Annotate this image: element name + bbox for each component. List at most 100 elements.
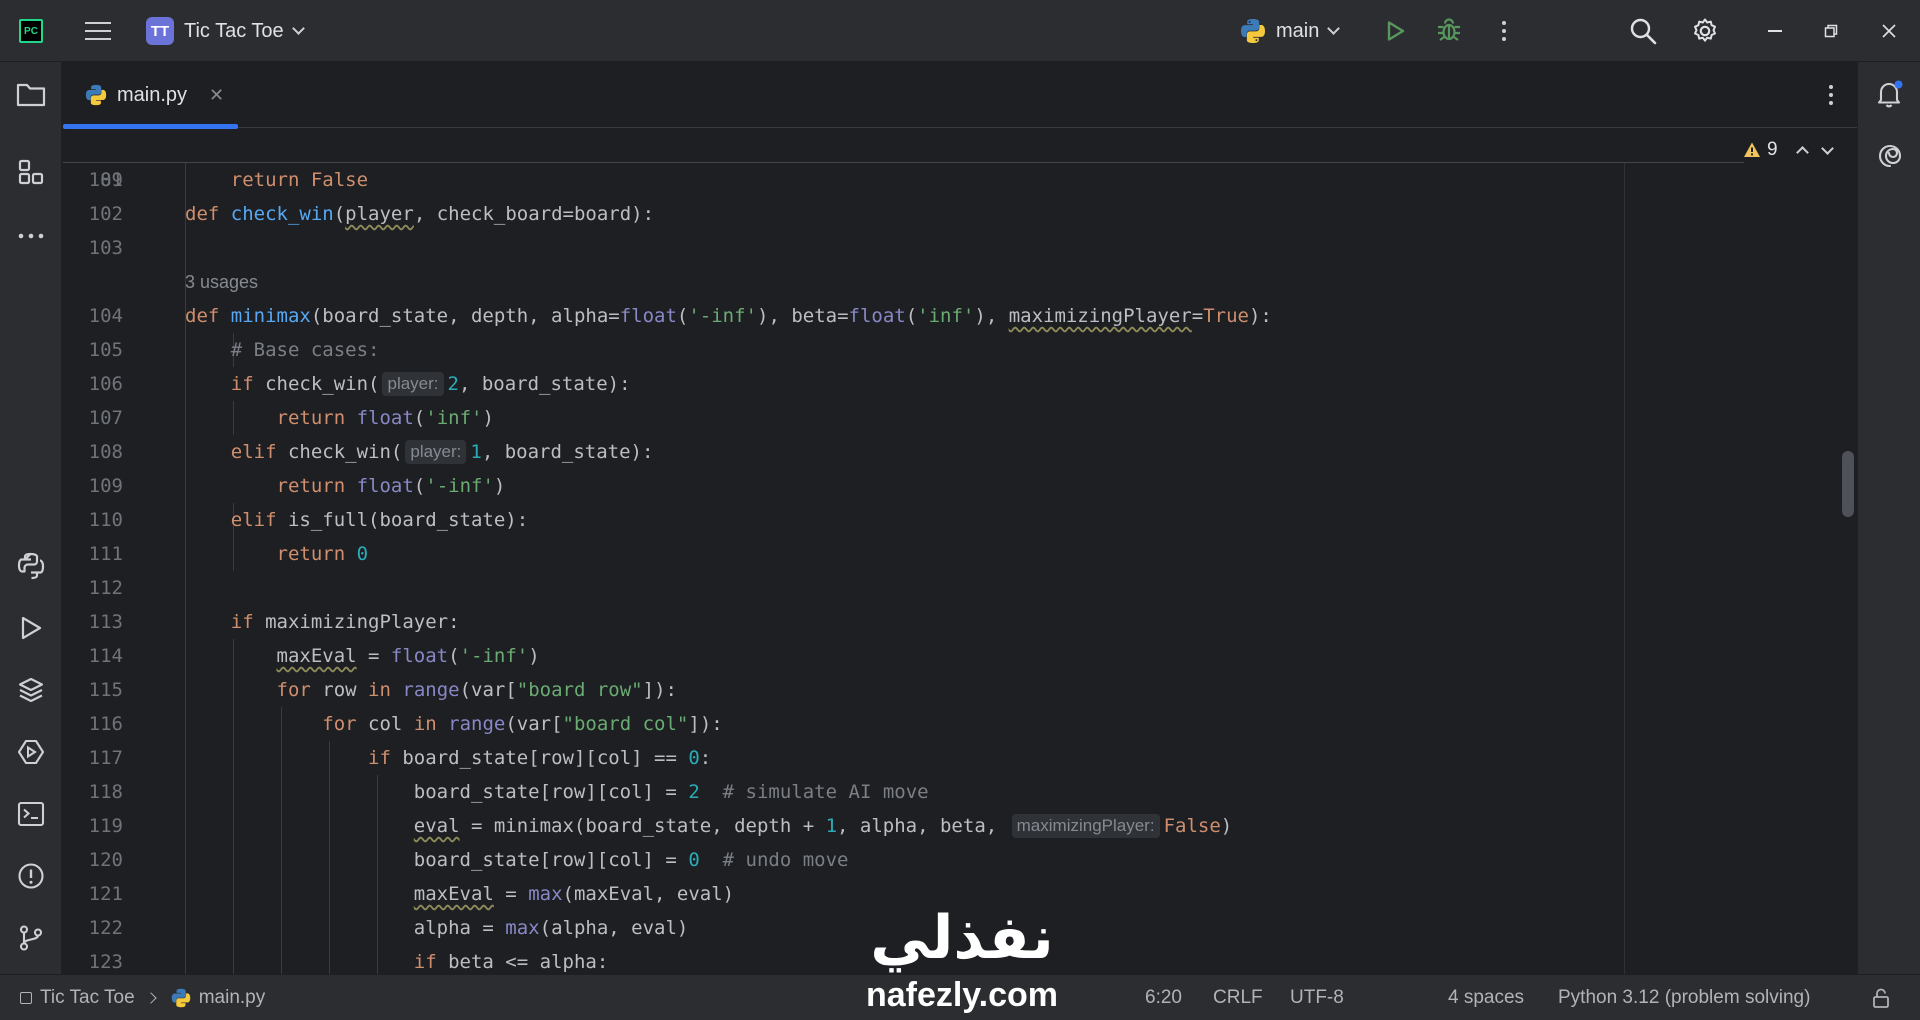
line-number: 113 bbox=[88, 611, 123, 633]
code-line: if check_win(player: 2, board_state): bbox=[230, 372, 631, 396]
close-tab-icon[interactable]: ✕ bbox=[209, 85, 224, 106]
line-number: 112 bbox=[88, 577, 123, 599]
editor-tab-bar: main.py ✕ bbox=[63, 62, 1857, 129]
line-number: 117 bbox=[88, 747, 123, 769]
line-number: 111 bbox=[88, 543, 123, 565]
line-number: 118 bbox=[88, 781, 123, 803]
line-number: 107 bbox=[88, 407, 123, 429]
code-line: for col in range(var["board col"]): bbox=[322, 713, 723, 735]
python-interpreter[interactable]: Python 3.12 (problem solving) bbox=[1558, 975, 1810, 1020]
debug-icon[interactable] bbox=[1434, 15, 1464, 45]
code-line: maxEval = float('-inf') bbox=[276, 645, 540, 667]
indent-settings-label: 4 spaces bbox=[1448, 987, 1525, 1008]
chevron-down-icon bbox=[1327, 22, 1341, 35]
left-tool-window-bar bbox=[0, 62, 62, 974]
file-encoding[interactable]: UTF-8 bbox=[1290, 975, 1344, 1020]
close-icon[interactable] bbox=[1874, 16, 1904, 46]
breadcrumb: Tic Tac Toe main.py bbox=[20, 975, 265, 1020]
git-icon[interactable] bbox=[15, 922, 47, 954]
project-module-icon bbox=[20, 992, 32, 1004]
code-line: if board_state[row][col] == 0: bbox=[368, 747, 712, 769]
line-number: 122 bbox=[88, 917, 123, 939]
more-actions-icon[interactable] bbox=[1492, 16, 1516, 46]
line-number: 119 bbox=[88, 815, 123, 837]
code-line: board_state[row][col] = 0 # undo move bbox=[185, 849, 849, 871]
breadcrumb-file[interactable]: main.py bbox=[199, 987, 266, 1009]
code-line: return float('inf') bbox=[276, 407, 494, 429]
more-tool-windows-icon[interactable] bbox=[15, 220, 47, 252]
run-configuration-label: main bbox=[1276, 19, 1320, 42]
line-number: 115 bbox=[88, 679, 123, 701]
project-badge: TT bbox=[146, 17, 174, 45]
terminal-icon[interactable] bbox=[15, 798, 47, 830]
line-separator[interactable]: CRLF bbox=[1213, 975, 1263, 1020]
warning-count: 9 bbox=[1767, 139, 1778, 160]
line-number: 89 bbox=[100, 169, 123, 191]
project-folder-icon[interactable] bbox=[15, 78, 47, 110]
caret-position[interactable]: 6:20 bbox=[1145, 975, 1182, 1020]
services-icon[interactable] bbox=[15, 736, 47, 768]
code-line: for row in range(var["board row"]): bbox=[276, 679, 677, 701]
code-line: eval = minimax(board_state, depth + 1, a… bbox=[413, 814, 1233, 838]
python-icon bbox=[171, 988, 190, 1008]
minimize-icon[interactable] bbox=[1760, 16, 1790, 46]
code-line: board_state[row][col] = 2 # simulate AI … bbox=[185, 781, 929, 803]
code-line: alpha = max(alpha, eval) bbox=[185, 917, 689, 939]
lock-icon[interactable] bbox=[1870, 975, 1892, 1020]
sticky-function-header[interactable]: 89 def check_win(player, check_board=boa… bbox=[63, 129, 1744, 225]
python-console-icon[interactable] bbox=[15, 550, 47, 582]
line-number: 105 bbox=[88, 339, 123, 361]
usages-hint[interactable]: 3 usages bbox=[185, 265, 258, 299]
notifications-bell-icon[interactable] bbox=[1874, 78, 1906, 110]
run-tool-window-icon[interactable] bbox=[15, 612, 47, 644]
run-icon[interactable] bbox=[1380, 16, 1410, 46]
indent-settings[interactable]: 4 spaces bbox=[1448, 975, 1524, 1020]
file-encoding-label: UTF-8 bbox=[1290, 987, 1344, 1008]
warning-icon bbox=[1744, 142, 1760, 157]
right-tool-window-bar bbox=[1857, 62, 1920, 974]
search-icon[interactable] bbox=[1627, 15, 1659, 47]
project-switcher[interactable]: TT Tic Tac Toe bbox=[146, 14, 305, 48]
code-line: def minimax(board_state, depth, alpha=fl… bbox=[185, 305, 1272, 327]
python-packages-icon[interactable] bbox=[15, 674, 47, 706]
gear-icon[interactable] bbox=[1688, 14, 1722, 48]
code-editor[interactable]: 89 def check_win(player, check_board=boa… bbox=[63, 129, 1857, 974]
line-number: 123 bbox=[88, 951, 123, 973]
previous-highlight-icon[interactable] bbox=[1795, 145, 1809, 159]
parameter-hint: maximizingPlayer: bbox=[1011, 814, 1160, 838]
project-name: Tic Tac Toe bbox=[184, 19, 284, 42]
line-number: 109 bbox=[88, 475, 123, 497]
line-separator-label: CRLF bbox=[1213, 987, 1263, 1008]
restore-icon[interactable] bbox=[1816, 16, 1846, 46]
parameter-hint: player: bbox=[405, 440, 467, 464]
next-highlight-icon[interactable] bbox=[1820, 141, 1834, 155]
chevron-down-icon bbox=[291, 22, 305, 35]
right-margin-guide bbox=[1624, 129, 1625, 974]
line-number: 104 bbox=[88, 305, 123, 327]
python-interpreter-label: Python 3.12 (problem solving) bbox=[1558, 987, 1811, 1008]
vertical-scrollbar-thumb[interactable] bbox=[1842, 451, 1854, 517]
main-menu-icon[interactable] bbox=[82, 17, 114, 45]
inspection-widget[interactable]: 9 bbox=[1743, 139, 1842, 161]
code-line: elif check_win(player: 1, board_state): bbox=[230, 440, 654, 464]
pycharm-logo-icon[interactable]: PC bbox=[19, 19, 43, 43]
code-line: def check_win(player, check_board=board)… bbox=[185, 203, 655, 225]
code-line: return False bbox=[230, 169, 369, 191]
breadcrumb-project[interactable]: Tic Tac Toe bbox=[40, 987, 135, 1009]
watermark-latin-text: nafezly.com bbox=[865, 976, 1059, 1014]
parameter-hint: player: bbox=[382, 372, 444, 396]
line-number: 114 bbox=[88, 645, 123, 667]
tab-options-icon[interactable] bbox=[1821, 82, 1841, 108]
line-number: 106 bbox=[88, 373, 123, 395]
line-number: 108 bbox=[88, 441, 123, 463]
python-icon bbox=[85, 84, 107, 106]
code-line: maxEval = max(maxEval, eval) bbox=[413, 883, 735, 905]
ai-assistant-spiral-icon[interactable] bbox=[1874, 140, 1906, 172]
run-configuration-selector[interactable]: main bbox=[1240, 14, 1341, 48]
nafezly-watermark-logo: نفذلي nafezly.com bbox=[842, 900, 1082, 1020]
problems-icon[interactable] bbox=[15, 860, 47, 892]
line-number: 121 bbox=[88, 883, 123, 905]
structure-icon[interactable] bbox=[15, 156, 47, 188]
tab-main-py[interactable]: main.py ✕ bbox=[63, 62, 238, 129]
line-number: 116 bbox=[88, 713, 123, 735]
